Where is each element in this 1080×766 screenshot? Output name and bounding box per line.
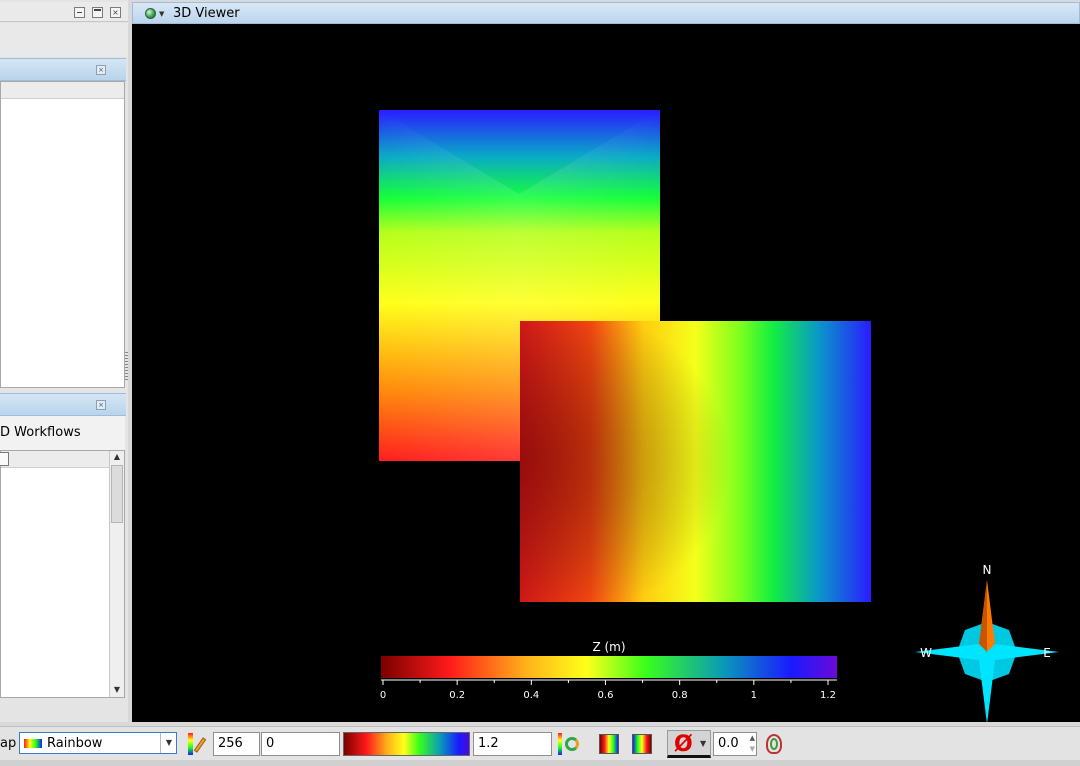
contour-icon[interactable] — [764, 733, 786, 755]
close-icon[interactable]: × — [96, 65, 106, 75]
legend-title: Z (m) — [592, 640, 625, 654]
legend-tick-label: 0.6 — [598, 690, 614, 701]
num-colors-input[interactable]: 256 — [213, 732, 260, 756]
null-value-icon: Ø — [674, 732, 693, 757]
bottom-toolbar: ap Rainbow ▼ 256 0 1.2 Ø ▼ 0.0 ▲ ▼ — [0, 726, 1080, 760]
column-header[interactable] — [1, 82, 124, 99]
legend-tick-label: 0.2 — [449, 690, 465, 701]
compass-n-label: N — [983, 563, 992, 577]
maximize-icon[interactable] — [92, 7, 103, 18]
null-value-button[interactable]: Ø ▼ — [667, 730, 711, 758]
vertical-scrollbar[interactable]: ▲ ▼ — [109, 451, 124, 697]
compass-w-label: W — [920, 646, 932, 660]
colormap-select-value: Rainbow — [47, 736, 103, 751]
colormap-preview-bar — [343, 732, 470, 756]
colormap-label: ap — [0, 736, 17, 751]
colormap-normal-icon[interactable] — [599, 734, 619, 754]
stepper-down-icon[interactable]: ▼ — [750, 744, 755, 754]
transparency-value: 0.0 — [718, 736, 739, 751]
scroll-down-arrow-icon[interactable]: ▼ — [110, 684, 124, 696]
workflows-list[interactable]: ▲ ▼ — [0, 450, 125, 698]
colormap-select[interactable]: Rainbow ▼ — [19, 732, 177, 754]
viewer-canvas[interactable]: Z (m) 0 0.2 0.4 0.6 0.8 1 1.2 N S E W — [132, 24, 1080, 722]
color-legend: Z (m) 0 0.2 0.4 0.6 0.8 1 1.2 — [380, 640, 837, 701]
max-value-input[interactable]: 1.2 — [473, 732, 552, 756]
globe-icon[interactable] — [145, 8, 156, 19]
workflows-tab-label[interactable]: D Workflows — [0, 425, 81, 440]
header-checkbox[interactable] — [0, 452, 9, 466]
minimize-icon[interactable] — [74, 7, 85, 18]
chevron-down-icon[interactable]: ▼ — [700, 739, 706, 748]
close-icon[interactable]: × — [96, 400, 106, 410]
transparency-stepper[interactable]: 0.0 ▲ ▼ — [713, 732, 757, 756]
chevron-down-icon[interactable]: ▼ — [159, 10, 164, 18]
legend-tick-label: 1.2 — [820, 690, 836, 701]
color-edit-icon[interactable] — [187, 733, 209, 755]
rainbow-swatch-icon — [24, 739, 42, 748]
legend-tick-label: 0 — [380, 690, 386, 701]
stepper-up-icon[interactable]: ▲ — [750, 733, 755, 743]
left-dock: × × × D Workflows ▲ ▼ — [0, 0, 128, 722]
splitter-handle[interactable] — [125, 352, 128, 380]
scroll-thumb[interactable] — [111, 465, 123, 523]
upper-panel-tree[interactable] — [0, 81, 125, 388]
status-strip — [0, 760, 1080, 766]
compass-e-label: E — [1043, 646, 1051, 660]
scroll-up-arrow-icon[interactable]: ▲ — [110, 451, 124, 463]
legend-color-bar — [381, 656, 837, 678]
min-value-input[interactable]: 0 — [261, 732, 340, 756]
colormap-reverse-icon[interactable] — [632, 734, 652, 754]
dock-title-bar: × — [0, 2, 128, 22]
dock-blank-area — [0, 23, 128, 57]
upper-panel-header: × — [0, 58, 126, 81]
legend-tick-label: 0.4 — [523, 690, 539, 701]
legend-ticks: 0 0.2 0.4 0.6 0.8 1 1.2 — [380, 680, 836, 701]
chevron-down-icon[interactable]: ▼ — [160, 733, 177, 753]
lower-panel-header: × — [0, 393, 126, 416]
legend-tick-label: 0.8 — [672, 690, 688, 701]
scene-svg: Z (m) 0 0.2 0.4 0.6 0.8 1 1.2 N S E W — [379, 110, 1059, 722]
column-header[interactable] — [0, 451, 109, 468]
surface-block-b — [520, 321, 871, 602]
viewer-title-bar: ▼ 3D Viewer — [132, 2, 1080, 24]
legend-tick-label: 1 — [751, 690, 757, 701]
close-icon[interactable]: × — [110, 7, 121, 18]
viewer-title: 3D Viewer — [173, 6, 240, 21]
compass-rose: N S E W — [915, 563, 1059, 722]
refresh-range-icon[interactable] — [558, 733, 582, 755]
workflows-tab-area: D Workflows — [0, 416, 125, 450]
